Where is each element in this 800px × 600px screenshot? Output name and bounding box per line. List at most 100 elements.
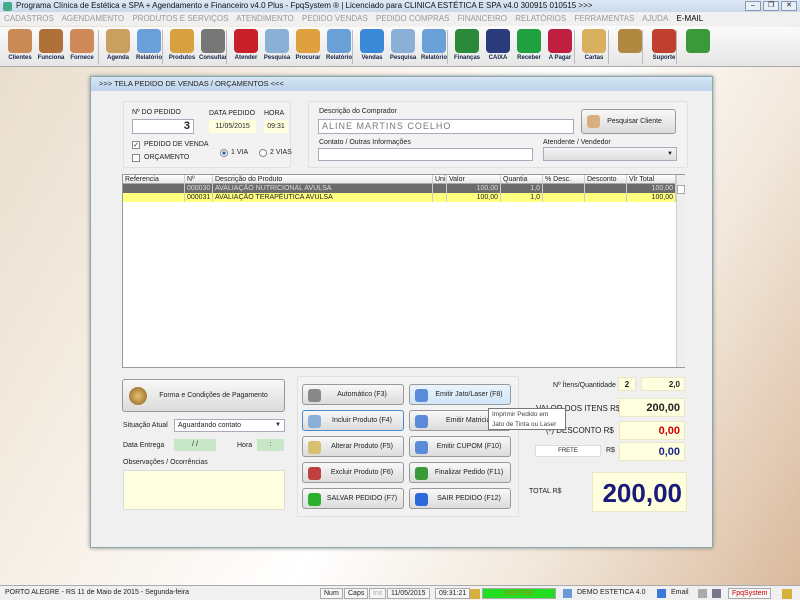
quantidade-value: 2,0 bbox=[641, 377, 685, 391]
toolbar-label: A Pagar bbox=[548, 55, 572, 61]
toolbar-button-relatório[interactable]: Relatório bbox=[418, 29, 450, 65]
toolbar-button-clientes[interactable]: Clientes bbox=[4, 29, 36, 65]
table-row[interactable]: 000030 AVALIAÇÃO NUTRICIONAL AVULSA 100,00… bbox=[123, 184, 676, 193]
toolbar-button-finanças[interactable]: Finanças bbox=[451, 29, 483, 65]
sair-pedido-button[interactable]: SAIR PEDIDO (F12) bbox=[409, 488, 511, 509]
status-ins: Ins bbox=[369, 588, 387, 599]
emitir-jato-laser-button[interactable]: Emitir Jato/Laser (F8) bbox=[409, 384, 511, 405]
column-header[interactable]: Desconto bbox=[585, 175, 627, 184]
column-header[interactable]: Uni bbox=[433, 175, 447, 184]
status-user: MASTER bbox=[482, 588, 556, 599]
salvar-pedido-button[interactable]: SALVAR PEDIDO (F7) bbox=[302, 488, 404, 509]
menu-financeiro[interactable]: FINANCEIRO bbox=[458, 14, 507, 23]
menu-agendamento[interactable]: AGENDAMENTO bbox=[62, 14, 125, 23]
contato-label: Contato / Outras Informações bbox=[319, 139, 411, 146]
toolbar-button-agenda[interactable]: Agenda bbox=[102, 29, 134, 65]
toolbar-button-caixa[interactable]: CAIXA bbox=[482, 29, 514, 65]
minimize-button[interactable]: – bbox=[745, 1, 761, 11]
data-entrega-field[interactable]: / / bbox=[174, 439, 216, 451]
toolbar-button-produtos[interactable]: Produtos bbox=[166, 29, 198, 65]
menu-pedido-vendas[interactable]: PEDIDO VENDAS bbox=[302, 14, 368, 23]
excluir-produto-button[interactable]: Excluir Produto (F6) bbox=[302, 462, 404, 483]
printer-icon[interactable] bbox=[698, 589, 707, 598]
toolbar-button-receber[interactable]: Receber bbox=[513, 29, 545, 65]
emitir-cupom-button[interactable]: Emitir CUPOM (F10) bbox=[409, 436, 511, 457]
toolbar-button-a pagar[interactable]: A Pagar bbox=[544, 29, 576, 65]
1via-radio[interactable] bbox=[220, 149, 228, 157]
pedido-number-input[interactable]: 3 bbox=[132, 119, 194, 134]
toolbar-button-pesquisa[interactable]: Pesquisa bbox=[261, 29, 293, 65]
table-scrollbar[interactable] bbox=[676, 175, 685, 367]
pedido-vendas-dialog: >>> TELA PEDIDO DE VENDAS / ORÇAMENTOS <… bbox=[90, 76, 713, 548]
menu-relatorios[interactable]: RELATÓRIOS bbox=[515, 14, 566, 23]
toolbar-button-cartas[interactable]: Cartas bbox=[578, 29, 610, 65]
obs-textarea[interactable] bbox=[123, 470, 285, 510]
pesquisa-icon bbox=[391, 29, 415, 53]
situacao-value: Aguardando contato bbox=[178, 422, 242, 429]
items-table[interactable]: Referencia Nº Descrição do Produto Uni Valor… bbox=[122, 174, 685, 368]
agenda-icon bbox=[106, 29, 130, 53]
toolbar-button-funciona[interactable]: Funciona bbox=[35, 29, 67, 65]
frete-value: 0,00 bbox=[619, 442, 685, 461]
pedido-venda-checkbox[interactable]: ✓ bbox=[132, 141, 140, 149]
column-header[interactable]: Nº bbox=[185, 175, 213, 184]
finalizar-pedido-icon bbox=[415, 467, 428, 480]
menu-ajuda[interactable]: AJUDA bbox=[642, 14, 668, 23]
incluir-produto-button[interactable]: Incluir Produto (F4) bbox=[302, 410, 404, 431]
column-header[interactable]: Descrição do Produto bbox=[213, 175, 433, 184]
finalizar-pedido-button[interactable]: Finalizar Pedido (F11) bbox=[409, 462, 511, 483]
orcamento-checkbox[interactable] bbox=[132, 154, 140, 162]
hora-entrega-field[interactable]: : bbox=[257, 439, 284, 451]
toolbar-button-atender[interactable]: Atender bbox=[230, 29, 262, 65]
maximize-button[interactable]: ❐ bbox=[763, 1, 779, 11]
comprador-input[interactable]: ALINE MARTINS COELHO bbox=[318, 119, 574, 134]
atendente-select[interactable]: ▼ bbox=[543, 147, 677, 161]
table-cell: 100,00 bbox=[627, 184, 676, 193]
menu-email[interactable]: E-MAIL bbox=[677, 14, 704, 23]
2vias-radio[interactable] bbox=[259, 149, 267, 157]
situacao-select[interactable]: Aguardando contato ▼ bbox=[174, 419, 285, 432]
dialog-title: >>> TELA PEDIDO DE VENDAS / ORÇAMENTOS <… bbox=[91, 77, 712, 91]
column-header[interactable]: % Desc. bbox=[543, 175, 585, 184]
toolbar-button-vendas[interactable]: Vendas bbox=[356, 29, 388, 65]
alterar-produto-button[interactable]: Alterar Produto (F5) bbox=[302, 436, 404, 457]
calculator-icon[interactable] bbox=[712, 589, 721, 598]
pagamento-button[interactable]: Forma e Condições de Pagamento bbox=[122, 379, 285, 412]
toolbar-button-fornece[interactable]: Fornece bbox=[66, 29, 98, 65]
hora-entrega-label: Hora bbox=[237, 442, 253, 449]
scrollbar-thumb[interactable] bbox=[677, 185, 685, 194]
toolbar-label: Relatório bbox=[135, 55, 162, 61]
toolbar-button-procurar[interactable]: Procurar bbox=[292, 29, 324, 65]
automatico-button[interactable]: Automático (F3) bbox=[302, 384, 404, 405]
menu-atendimento[interactable]: ATENDIMENTO bbox=[236, 14, 293, 23]
table-cell: 100,00 bbox=[447, 193, 501, 202]
toolbar-button-consultar[interactable]: Consultar bbox=[197, 29, 229, 65]
column-header[interactable]: Quantia bbox=[501, 175, 543, 184]
toolbar-button-pesquisa[interactable]: Pesquisa bbox=[387, 29, 419, 65]
menu-produtos[interactable]: PRODUTOS E SERVIÇOS bbox=[132, 14, 228, 23]
toolbar-label: Produtos bbox=[168, 55, 196, 61]
menu-ferramentas[interactable]: FERRAMENTAS bbox=[574, 14, 634, 23]
contato-input[interactable] bbox=[318, 148, 533, 161]
data-pedido-field[interactable]: 11/05/2015 bbox=[209, 120, 256, 133]
column-header[interactable]: Referencia bbox=[123, 175, 185, 184]
close-button[interactable]: ✕ bbox=[781, 1, 797, 11]
pesquisar-cliente-button[interactable]: Pesquisar Cliente bbox=[581, 109, 676, 134]
status-email[interactable]: Email bbox=[668, 588, 692, 599]
hora-field[interactable]: 09:31 bbox=[264, 120, 288, 133]
toolbar-button-relatório[interactable]: Relatório bbox=[133, 29, 165, 65]
menu-cadastros[interactable]: CADASTROS bbox=[4, 14, 54, 23]
toolbar-label: Funciona bbox=[37, 55, 65, 61]
toolbar-label: Clientes bbox=[8, 55, 32, 61]
frete-field[interactable]: FRETE bbox=[535, 445, 601, 457]
table-row[interactable]: 000031 AVALIAÇÃO TERAPÊUTICA AVULSA 100,00… bbox=[123, 193, 676, 202]
toolbar-button-relatório[interactable]: Relatório bbox=[323, 29, 355, 65]
toolbar-button-item21[interactable] bbox=[682, 29, 714, 65]
relatório-icon bbox=[327, 29, 351, 53]
column-header[interactable]: Vlr Total bbox=[627, 175, 676, 184]
toolbar-label: Relatório bbox=[325, 55, 352, 61]
email-icon[interactable] bbox=[657, 589, 666, 598]
menu-pedido-compras[interactable]: PEDIDO COMPRAS bbox=[376, 14, 449, 23]
column-header[interactable]: Valor bbox=[447, 175, 501, 184]
toolbar-label: Suporte bbox=[652, 55, 676, 61]
